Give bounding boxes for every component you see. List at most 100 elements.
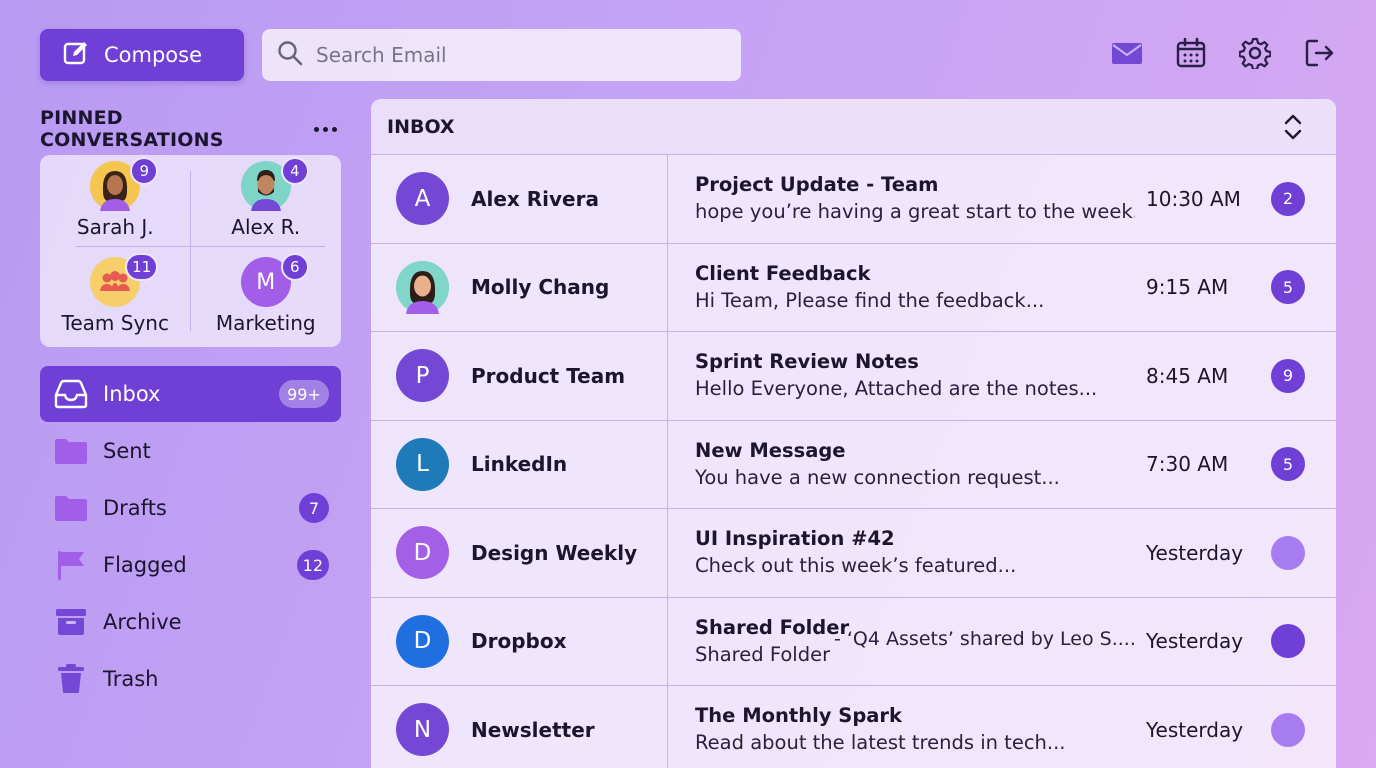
archive-box-icon <box>54 605 88 639</box>
email-row[interactable]: N Newsletter The Monthly Spark Read abou… <box>371 686 1336 768</box>
email-content: Project Update - Team hope you’re having… <box>695 173 1135 223</box>
folder-icon <box>54 491 88 525</box>
sender-avatar: A <box>396 172 449 226</box>
folder-icon <box>54 434 88 468</box>
pinned-name: Alex R. <box>231 215 301 239</box>
email-content: Sprint Review Notes Hello Everyone, Atta… <box>695 350 1135 400</box>
email-preview: You have a new connection request... <box>695 465 1060 489</box>
search-input[interactable] <box>316 43 716 67</box>
unread-count-badge: 6 <box>280 253 309 281</box>
sender-avatar: P <box>396 349 449 403</box>
sender-name: LinkedIn <box>471 452 568 477</box>
email-row[interactable]: L LinkedIn New Message You have a new co… <box>371 420 1336 509</box>
email-row[interactable]: D Dropbox Shared Folder Shared Folder - … <box>371 597 1336 686</box>
edit-icon <box>62 39 90 72</box>
folder-list: Inbox 99+ Sent Drafts 7 Flagged 12 Archi… <box>40 366 341 708</box>
compose-label: Compose <box>104 43 203 67</box>
folder-count-badge: 7 <box>299 493 329 523</box>
pinned-item-team-sync[interactable]: 11 Team Sync <box>40 251 191 347</box>
sender-name: Product Team <box>471 363 626 388</box>
top-toolbar-icons <box>1110 36 1336 70</box>
email-subject: New Message <box>695 438 846 462</box>
group-avatar: 11 <box>90 253 159 307</box>
trash-icon <box>54 662 88 696</box>
email-content: UI Inspiration #42 Check out this week’s… <box>695 527 1135 577</box>
email-row[interactable]: D Design Weekly UI Inspiration #42 Check… <box>371 509 1336 598</box>
email-time: 10:30 AM <box>1146 186 1241 211</box>
inbox-panel: INBOX A Alex Rivera Project Update - Tea… <box>371 99 1336 768</box>
folder-drafts[interactable]: Drafts 7 <box>40 480 341 536</box>
folder-label: Drafts <box>103 496 167 520</box>
email-preview: Read about the latest trends in tech... <box>695 731 1066 754</box>
sender-avatar: L <box>396 437 449 491</box>
thread-count-badge: 5 <box>1271 447 1305 482</box>
sender-avatar: N <box>396 703 449 757</box>
email-time: 9:15 AM <box>1146 275 1229 300</box>
more-options-icon[interactable] <box>310 117 340 141</box>
pinned-name: Marketing <box>215 311 316 335</box>
folder-trash[interactable]: Trash <box>40 651 341 707</box>
thread-count-badge: 5 <box>1271 270 1305 305</box>
email-preview: Check out this week’s featured... <box>695 554 1017 577</box>
email-row[interactable]: Molly Chang Client Feedback Hi Team, Ple… <box>371 243 1336 332</box>
folder-inbox[interactable]: Inbox 99+ <box>40 366 341 422</box>
avatar-initial: M <box>256 269 276 295</box>
sort-toggle-icon[interactable] <box>1280 112 1306 142</box>
email-time: Yesterday <box>1146 540 1244 565</box>
email-subject: Sprint Review Notes <box>695 350 919 373</box>
unread-dot <box>1271 535 1305 570</box>
unread-dot <box>1271 712 1305 747</box>
pinned-item-marketing[interactable]: M 6 Marketing <box>191 251 342 347</box>
sender-name: Design Weekly <box>471 540 638 565</box>
email-row[interactable]: A Alex Rivera Project Update - Team hope… <box>371 155 1336 244</box>
email-preview: hope you’re having a great start to the … <box>695 200 1135 223</box>
pinned-conversations: 9 Sarah J. 4 Alex R. 11 Team Sync M 6 Ma… <box>40 155 341 347</box>
email-preview: Hi Team, Please find the feedback... <box>695 288 1045 312</box>
unread-count-badge: 9 <box>130 157 159 185</box>
inbox-header: INBOX <box>371 99 1336 155</box>
sender-avatar: D <box>396 526 449 580</box>
avatar: M 6 <box>240 253 309 307</box>
email-time: Yesterday <box>1146 629 1244 654</box>
sender-name: Newsletter <box>471 717 595 742</box>
unread-count-badge: 11 <box>125 253 159 281</box>
unread-dot <box>1271 624 1305 659</box>
email-row[interactable]: P Product Team Sprint Review Notes Hello… <box>371 332 1336 421</box>
logout-icon[interactable] <box>1302 36 1336 70</box>
thread-count-badge: 9 <box>1271 358 1305 393</box>
email-time: Yesterday <box>1146 717 1244 742</box>
mail-icon[interactable] <box>1110 36 1144 70</box>
calendar-icon[interactable] <box>1174 36 1208 70</box>
pinned-header: PINNED CONVERSATIONS <box>40 107 340 151</box>
sender-name: Alex Rivera <box>471 186 599 211</box>
email-subject: Project Update - Team <box>695 173 939 196</box>
avatar: 9 <box>90 157 159 211</box>
sender-name: Dropbox <box>471 629 567 654</box>
pinned-title: PINNED CONVERSATIONS <box>40 107 224 151</box>
flag-icon <box>54 548 88 582</box>
compose-button[interactable]: Compose <box>40 29 244 81</box>
thread-count-badge: 2 <box>1271 181 1305 216</box>
unread-count-badge: 4 <box>280 157 309 185</box>
pinned-item-alex[interactable]: 4 Alex R. <box>191 155 342 251</box>
pinned-item-sarah[interactable]: 9 Sarah J. <box>40 155 191 251</box>
folder-flagged[interactable]: Flagged 12 <box>40 537 341 593</box>
folder-archive[interactable]: Archive <box>40 594 341 650</box>
folder-label: Sent <box>103 439 151 463</box>
email-subject: The Monthly Spark <box>695 704 903 727</box>
email-content: New Message You have a new connection re… <box>695 439 1135 489</box>
inbox-title: INBOX <box>387 115 455 138</box>
search-bar[interactable] <box>262 29 741 81</box>
gear-icon[interactable] <box>1238 36 1272 70</box>
folder-count-badge: 12 <box>296 550 329 580</box>
email-content: The Monthly Spark Read about the latest … <box>695 704 1135 754</box>
email-subject: UI Inspiration #42 <box>695 527 895 550</box>
folder-sent[interactable]: Sent <box>40 423 341 479</box>
email-content: Client Feedback Hi Team, Please find the… <box>695 262 1135 312</box>
folder-label: Trash <box>103 667 159 691</box>
avatar: 4 <box>240 157 309 211</box>
pinned-name: Team Sync <box>61 311 169 335</box>
email-preview-extra: - ‘Q4 Assets’ shared by Leo S.... <box>834 627 1134 650</box>
email-preview: Hello Everyone, Attached are the notes..… <box>695 377 1098 400</box>
sender-avatar <box>396 260 449 314</box>
